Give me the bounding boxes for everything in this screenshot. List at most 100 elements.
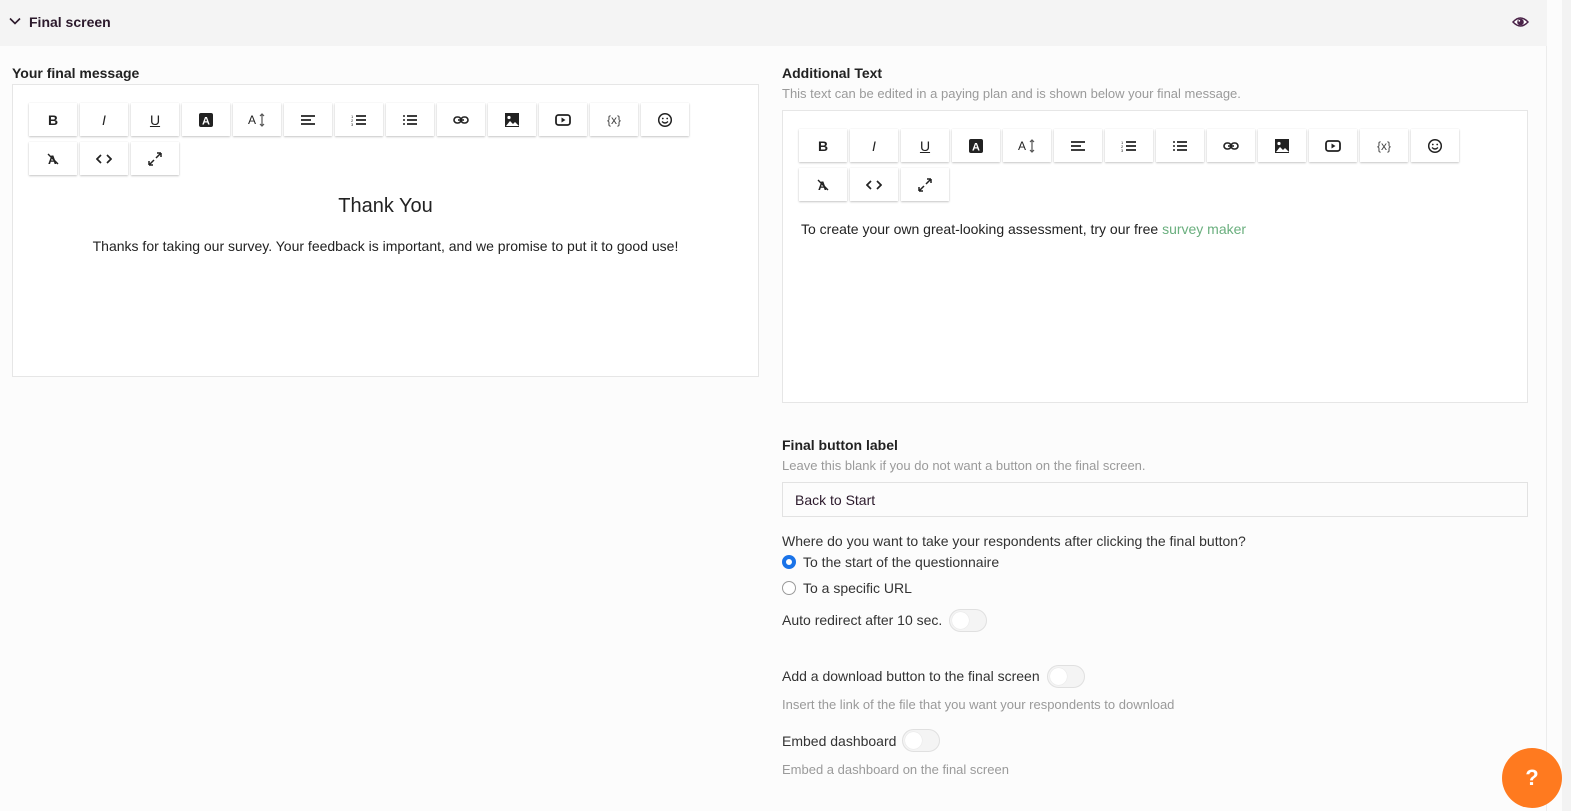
font-size-icon: A [1018,138,1036,154]
emoji-button[interactable] [641,103,689,136]
text-color-button[interactable]: A [952,129,1000,162]
radio-selected[interactable] [782,555,796,569]
variable-icon: {x} [1376,138,1391,153]
clear-format-button[interactable]: A [799,168,847,201]
svg-text:A: A [248,113,256,127]
radio-start-of-questionnaire[interactable]: To the start of the questionnaire [782,554,999,570]
radio-label: To a specific URL [803,580,912,596]
italic-icon: I [102,111,106,128]
italic-icon: I [872,137,876,154]
final-screen-panel: Final screen Your final message B I U A A 123… [0,0,1547,811]
embed-dashboard-label: Embed dashboard [782,733,897,749]
emoji-icon [657,112,673,128]
image-button[interactable] [488,103,536,136]
help-button[interactable]: ? [1502,748,1562,808]
font-size-icon: A [248,112,266,128]
video-icon [1325,138,1341,154]
auto-redirect-label: Auto redirect after 10 sec. [782,612,943,628]
video-icon [555,112,571,128]
final-message-editor[interactable]: B I U A A 1 2 3 {x} A Thank You Thanks for taking… [12,84,759,377]
underline-button[interactable]: U [131,103,179,136]
unordered-list-icon [1172,138,1188,154]
bold-icon: B [47,111,59,128]
clear-format-button[interactable]: A [29,142,77,175]
font-size-button[interactable]: A [233,103,281,136]
link-button[interactable] [437,103,485,136]
help-icon: ? [1525,765,1539,790]
final-button-label: Final button label [782,437,898,453]
image-icon [1274,138,1290,154]
fullscreen-button[interactable] [131,142,179,175]
editor-toolbar: B I U A A 1 2 3 {x} A [799,129,1479,201]
section-header[interactable]: Final screen [0,0,1547,46]
underline-button[interactable]: U [901,129,949,162]
clear-format-icon: A [45,151,61,167]
emoji-icon [1427,138,1443,154]
final-button-input[interactable]: Back to Start [782,482,1528,517]
code-icon [866,177,882,193]
bold-button[interactable]: B [799,129,847,162]
scrollbar[interactable] [1562,0,1571,811]
final-message-title[interactable]: Thank You [13,195,758,218]
bold-button[interactable]: B [29,103,77,136]
ordered-list-icon: 123 [351,112,367,128]
survey-maker-link[interactable]: survey maker [1162,221,1246,237]
additional-text-hint: This text can be edited in a paying plan… [782,86,1241,101]
link-icon [1223,138,1239,154]
radio-label: To the start of the questionnaire [803,554,1000,570]
emoji-button[interactable] [1411,129,1459,162]
variable-icon: {x} [606,112,621,127]
align-button[interactable] [1054,129,1102,162]
variable-button[interactable]: {x} [590,103,638,136]
align-button[interactable] [284,103,332,136]
radio-unselected[interactable] [782,581,796,595]
code-icon [96,151,112,167]
embed-dashboard-toggle[interactable] [902,729,940,752]
video-button[interactable] [539,103,587,136]
variable-button[interactable]: {x} [1360,129,1408,162]
text-color-icon: A [968,138,984,154]
chevron-down-icon[interactable] [8,14,22,28]
final-message-label: Your final message [12,65,140,81]
additional-text-prefix: To create your own great-looking assessm… [801,221,1163,237]
additional-text-body[interactable]: To create your own great-looking assessm… [801,221,1246,237]
italic-button[interactable]: I [850,129,898,162]
code-view-button[interactable] [850,168,898,201]
additional-text-editor[interactable]: B I U A A 1 2 3 {x} A To create your own great-lo… [782,110,1528,403]
bold-icon: B [817,137,829,154]
final-message-body[interactable]: Thanks for taking our survey. Your feedb… [13,238,758,254]
svg-text:A: A [972,141,980,153]
image-icon [504,112,520,128]
editor-toolbar: B I U A A 1 2 3 {x} A [29,103,709,175]
code-view-button[interactable] [80,142,128,175]
clear-format-icon: A [815,177,831,193]
svg-text:A: A [202,115,210,127]
svg-text:3: 3 [1121,148,1124,153]
auto-redirect-toggle[interactable] [949,609,987,632]
section-title: Final screen [29,14,111,30]
download-button-label: Add a download button to the final scree… [782,668,1040,684]
fullscreen-button[interactable] [901,168,949,201]
additional-text-label: Additional Text [782,65,883,81]
embed-dashboard-hint: Embed a dashboard on the final screen [782,762,1009,777]
text-color-button[interactable]: A [182,103,230,136]
fullscreen-icon [147,151,163,167]
underline-icon: U [919,137,931,154]
ordered-list-button[interactable]: 123 [1105,129,1153,162]
video-button[interactable] [1309,129,1357,162]
image-button[interactable] [1258,129,1306,162]
ordered-list-button[interactable]: 123 [335,103,383,136]
text-color-icon: A [198,112,214,128]
eye-icon[interactable] [1512,15,1529,29]
link-button[interactable] [1207,129,1255,162]
unordered-list-button[interactable] [1156,129,1204,162]
radio-specific-url[interactable]: To a specific URL [782,580,912,596]
fullscreen-icon [917,177,933,193]
align-left-icon [300,112,316,128]
align-left-icon [1070,138,1086,154]
unordered-list-button[interactable] [386,103,434,136]
download-button-toggle[interactable] [1047,665,1085,688]
font-size-button[interactable]: A [1003,129,1051,162]
download-hint: Insert the link of the file that you wan… [782,697,1175,712]
italic-button[interactable]: I [80,103,128,136]
